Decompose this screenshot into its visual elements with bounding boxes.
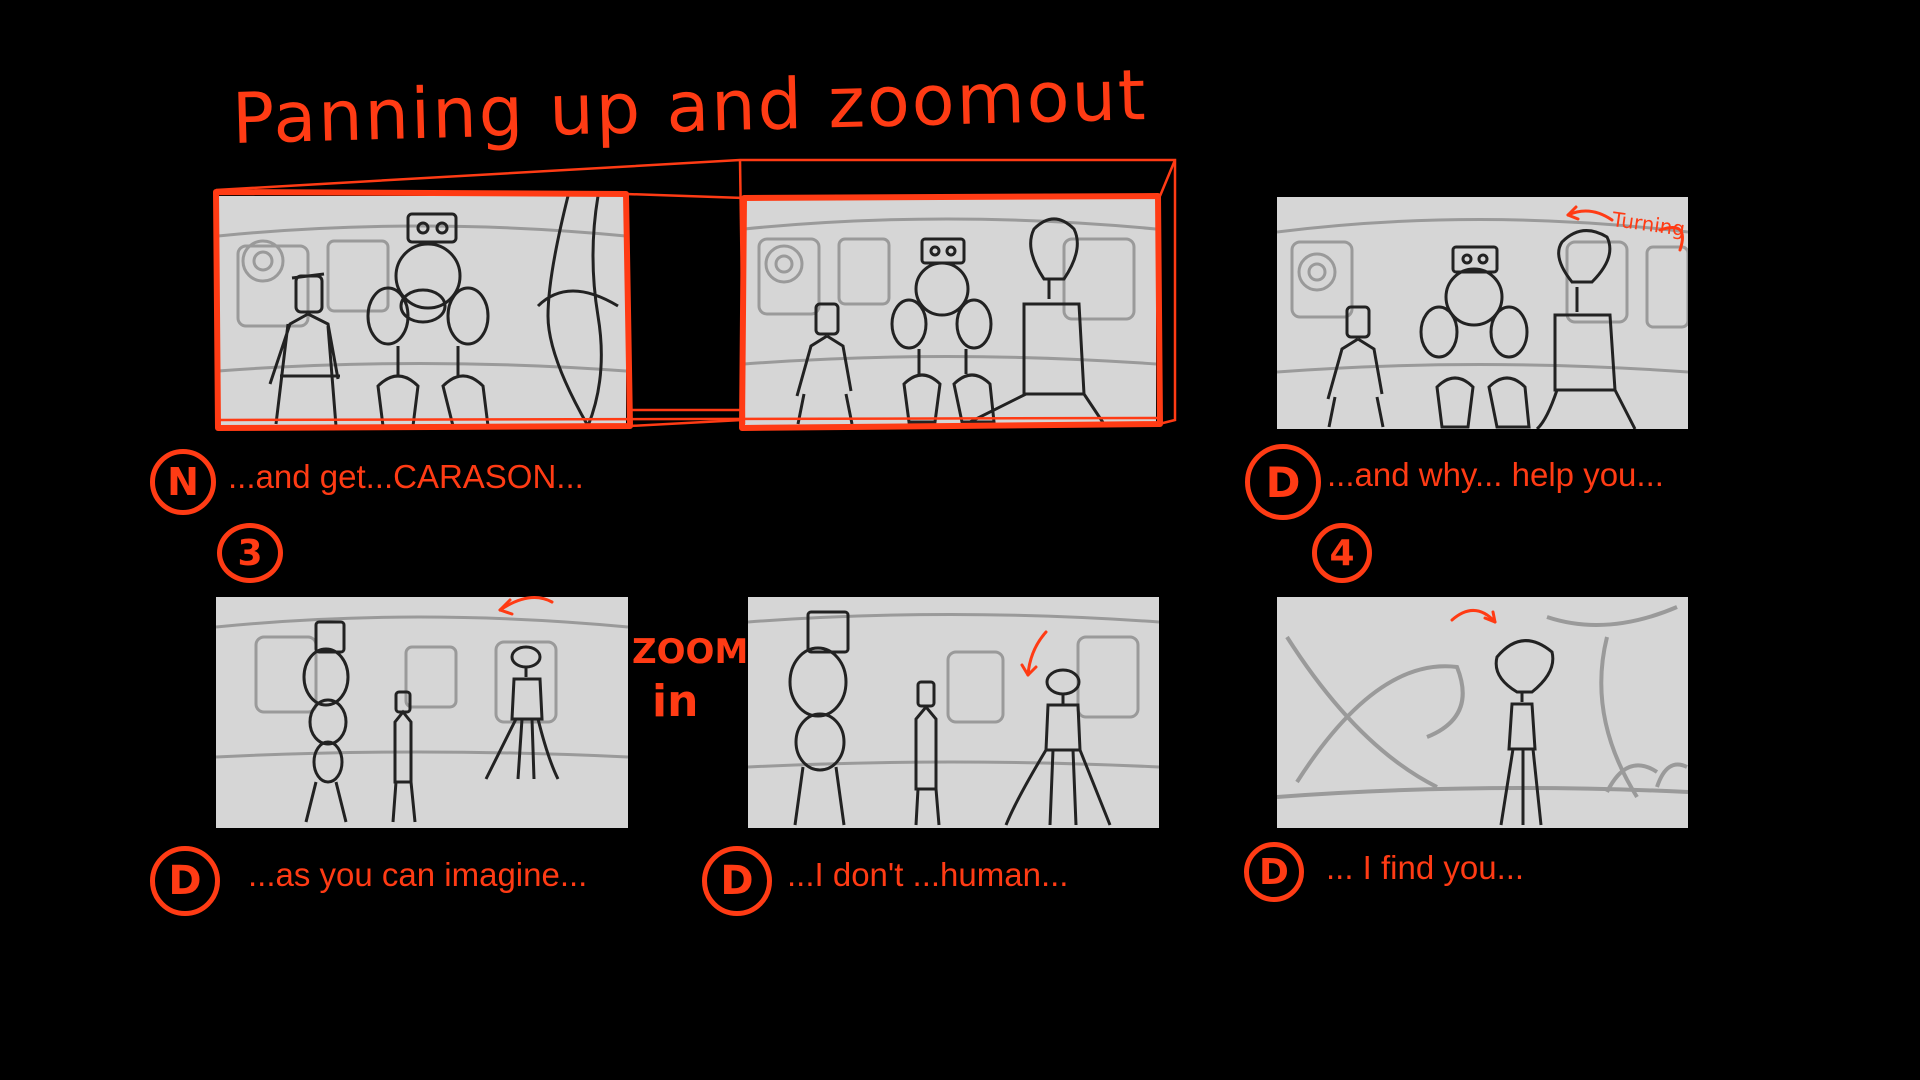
speaker-badge-n: N	[150, 449, 216, 515]
zoom-note-line2: in	[652, 676, 699, 727]
caption-panel-3: ...and why... help you...	[1327, 456, 1664, 493]
storyboard-panel-2	[744, 199, 1156, 425]
panel-2-sketch	[744, 217, 1156, 425]
section-number-3: 3	[217, 523, 283, 583]
caption-panel-6: ... I find you...	[1326, 849, 1525, 886]
annotation-overlay	[213, 158, 1684, 677]
storyboard-panel-6	[1277, 597, 1688, 828]
speaker-badge-d-5: D	[702, 846, 772, 916]
storyboard-panel-5	[748, 597, 1159, 828]
section-number-4: 4	[1312, 523, 1372, 583]
caption-panel-4: ...as you can imagine...	[248, 856, 588, 893]
panel-5-sketch	[748, 610, 1159, 826]
panel-1-sketch	[218, 196, 626, 426]
panel-4-sketch	[216, 615, 628, 823]
speaker-badge-d-3: D	[1245, 444, 1321, 520]
caption-panel-5: ...I don't ...human...	[787, 856, 1069, 893]
storyboard-title: Panning up and zoomout	[231, 54, 1149, 160]
caption-panel-1: ...and get...CARASON...	[228, 458, 584, 495]
zoom-note-line1: ZOOM	[632, 632, 749, 672]
storyboard-panel-1	[218, 196, 626, 426]
storyboard-panel-4	[216, 597, 628, 828]
panel-6-sketch	[1277, 605, 1688, 826]
speaker-badge-d-6: D	[1244, 842, 1304, 902]
speaker-badge-d-4: D	[150, 846, 220, 916]
